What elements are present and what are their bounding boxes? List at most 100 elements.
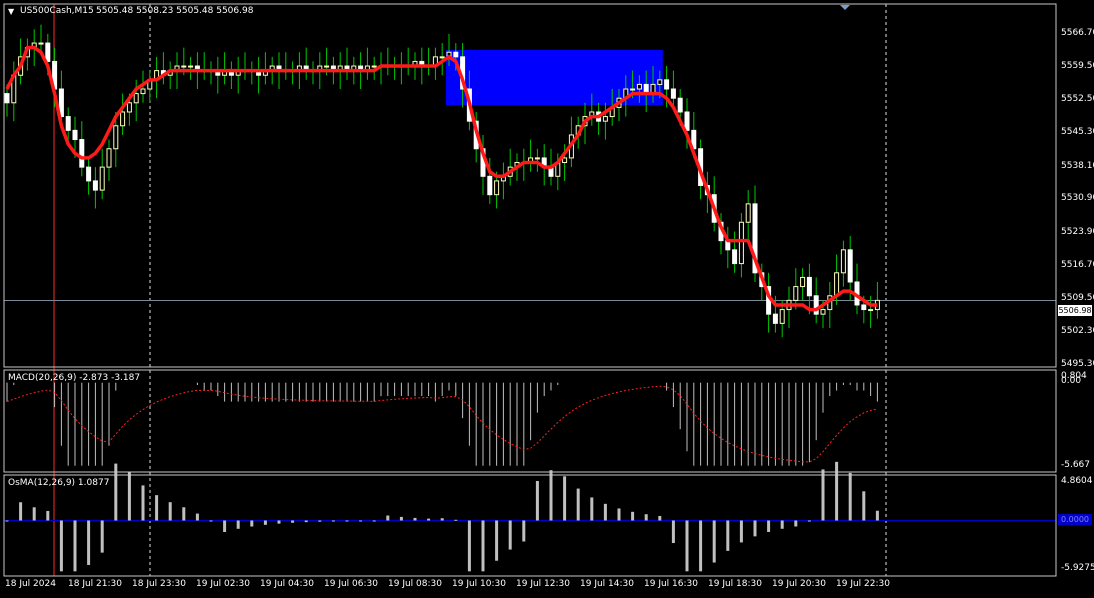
chart-menu-icon[interactable]: ▼ bbox=[8, 6, 14, 17]
osma-bar bbox=[617, 508, 621, 521]
candle-body bbox=[120, 111, 126, 127]
candle bbox=[840, 240, 846, 287]
candle-body bbox=[534, 157, 540, 160]
candle bbox=[800, 268, 806, 301]
osma-bar bbox=[563, 476, 567, 521]
candle bbox=[79, 121, 85, 177]
candle bbox=[208, 61, 214, 85]
candle-body bbox=[847, 249, 853, 283]
candle bbox=[242, 52, 248, 80]
osma-bar bbox=[631, 511, 635, 521]
candle-body bbox=[806, 276, 812, 297]
candlestick-series bbox=[4, 24, 880, 338]
candle-body bbox=[181, 65, 187, 68]
time-label: 19 Jul 06:30 bbox=[324, 579, 378, 589]
moving-average-line bbox=[5, 45, 878, 312]
candle-body bbox=[140, 88, 146, 95]
osma-bar bbox=[699, 520, 703, 572]
candle bbox=[256, 56, 262, 94]
osma-bar bbox=[223, 520, 227, 532]
osma-bar bbox=[603, 503, 607, 521]
price-label: 5559.50 bbox=[1061, 61, 1094, 71]
candle bbox=[215, 56, 221, 94]
candle-body bbox=[602, 116, 608, 122]
osma-series bbox=[4, 461, 1056, 572]
osma-bar bbox=[182, 507, 186, 521]
candle-body bbox=[657, 79, 663, 85]
candle bbox=[507, 148, 513, 186]
candle-body bbox=[79, 139, 85, 168]
current-price-tag: 5506.98 bbox=[1058, 305, 1092, 316]
candle-body bbox=[86, 166, 92, 182]
osma-title: OsMA(12,26,9) 1.0877 bbox=[8, 478, 110, 488]
osma-bar bbox=[209, 520, 213, 522]
time-label: 19 Jul 20:30 bbox=[772, 579, 826, 589]
candle-body bbox=[738, 221, 744, 265]
candle-body bbox=[65, 116, 71, 131]
time-label: 19 Jul 08:30 bbox=[388, 579, 442, 589]
candle bbox=[235, 56, 241, 94]
osma-bar bbox=[576, 488, 580, 521]
candle bbox=[725, 226, 731, 269]
panel-frame bbox=[3, 369, 1057, 473]
candle-body bbox=[72, 129, 78, 141]
panel-frame bbox=[3, 474, 1057, 577]
candle bbox=[106, 139, 112, 181]
macd-signal-line bbox=[6, 385, 878, 463]
candle-body bbox=[772, 313, 778, 324]
macd-scale-label: 0.00 bbox=[1061, 376, 1082, 386]
candle-body bbox=[106, 148, 112, 168]
osma-bar bbox=[359, 520, 363, 522]
candle-body bbox=[562, 157, 568, 164]
osma-bar bbox=[127, 471, 131, 521]
osma-bar bbox=[685, 520, 689, 572]
candle bbox=[426, 47, 432, 76]
osma-bar bbox=[522, 520, 526, 542]
time-label: 19 Jul 02:30 bbox=[196, 579, 250, 589]
osma-bar bbox=[399, 516, 403, 521]
candle bbox=[222, 52, 228, 85]
osma-bar bbox=[739, 520, 743, 543]
candle-body bbox=[4, 93, 10, 104]
osma-bar bbox=[304, 520, 308, 523]
osma-bar bbox=[386, 515, 390, 521]
candle-body bbox=[45, 42, 51, 62]
osma-bar bbox=[875, 510, 879, 521]
osma-bar bbox=[318, 520, 322, 522]
osma-bar bbox=[495, 520, 499, 561]
candle bbox=[201, 52, 207, 80]
osma-bar bbox=[345, 520, 349, 522]
candle bbox=[188, 56, 194, 80]
trading-chart[interactable] bbox=[0, 0, 1094, 598]
candle bbox=[534, 148, 540, 172]
osma-bar bbox=[277, 520, 281, 524]
candle-body bbox=[630, 88, 636, 91]
osma-bar bbox=[454, 519, 458, 521]
candle bbox=[500, 162, 506, 200]
osma-bar bbox=[835, 461, 839, 521]
candle bbox=[766, 272, 772, 333]
osma-bar bbox=[671, 520, 675, 544]
candle-body bbox=[800, 276, 806, 288]
time-label: 19 Jul 14:30 bbox=[580, 579, 634, 589]
osma-zero-tag: 0.0000 bbox=[1058, 514, 1092, 525]
candle bbox=[167, 61, 173, 90]
chart-symbol: US500Cash,M15 bbox=[20, 6, 94, 16]
candle-body bbox=[487, 175, 493, 196]
candle bbox=[813, 277, 819, 324]
osma-bar bbox=[427, 518, 431, 521]
candle-body bbox=[92, 180, 98, 191]
time-label: 19 Jul 16:30 bbox=[644, 579, 698, 589]
osma-bar bbox=[168, 502, 172, 521]
osma-bar bbox=[535, 480, 539, 521]
osma-bar bbox=[413, 517, 417, 521]
osma-bar bbox=[372, 520, 376, 522]
osma-bar bbox=[848, 472, 852, 521]
candle bbox=[385, 47, 391, 76]
candle bbox=[392, 56, 398, 80]
time-label: 19 Jul 10:30 bbox=[452, 579, 506, 589]
candle bbox=[732, 231, 738, 273]
candle-body bbox=[820, 309, 826, 315]
osma-bar bbox=[59, 520, 63, 572]
candle bbox=[147, 70, 153, 103]
